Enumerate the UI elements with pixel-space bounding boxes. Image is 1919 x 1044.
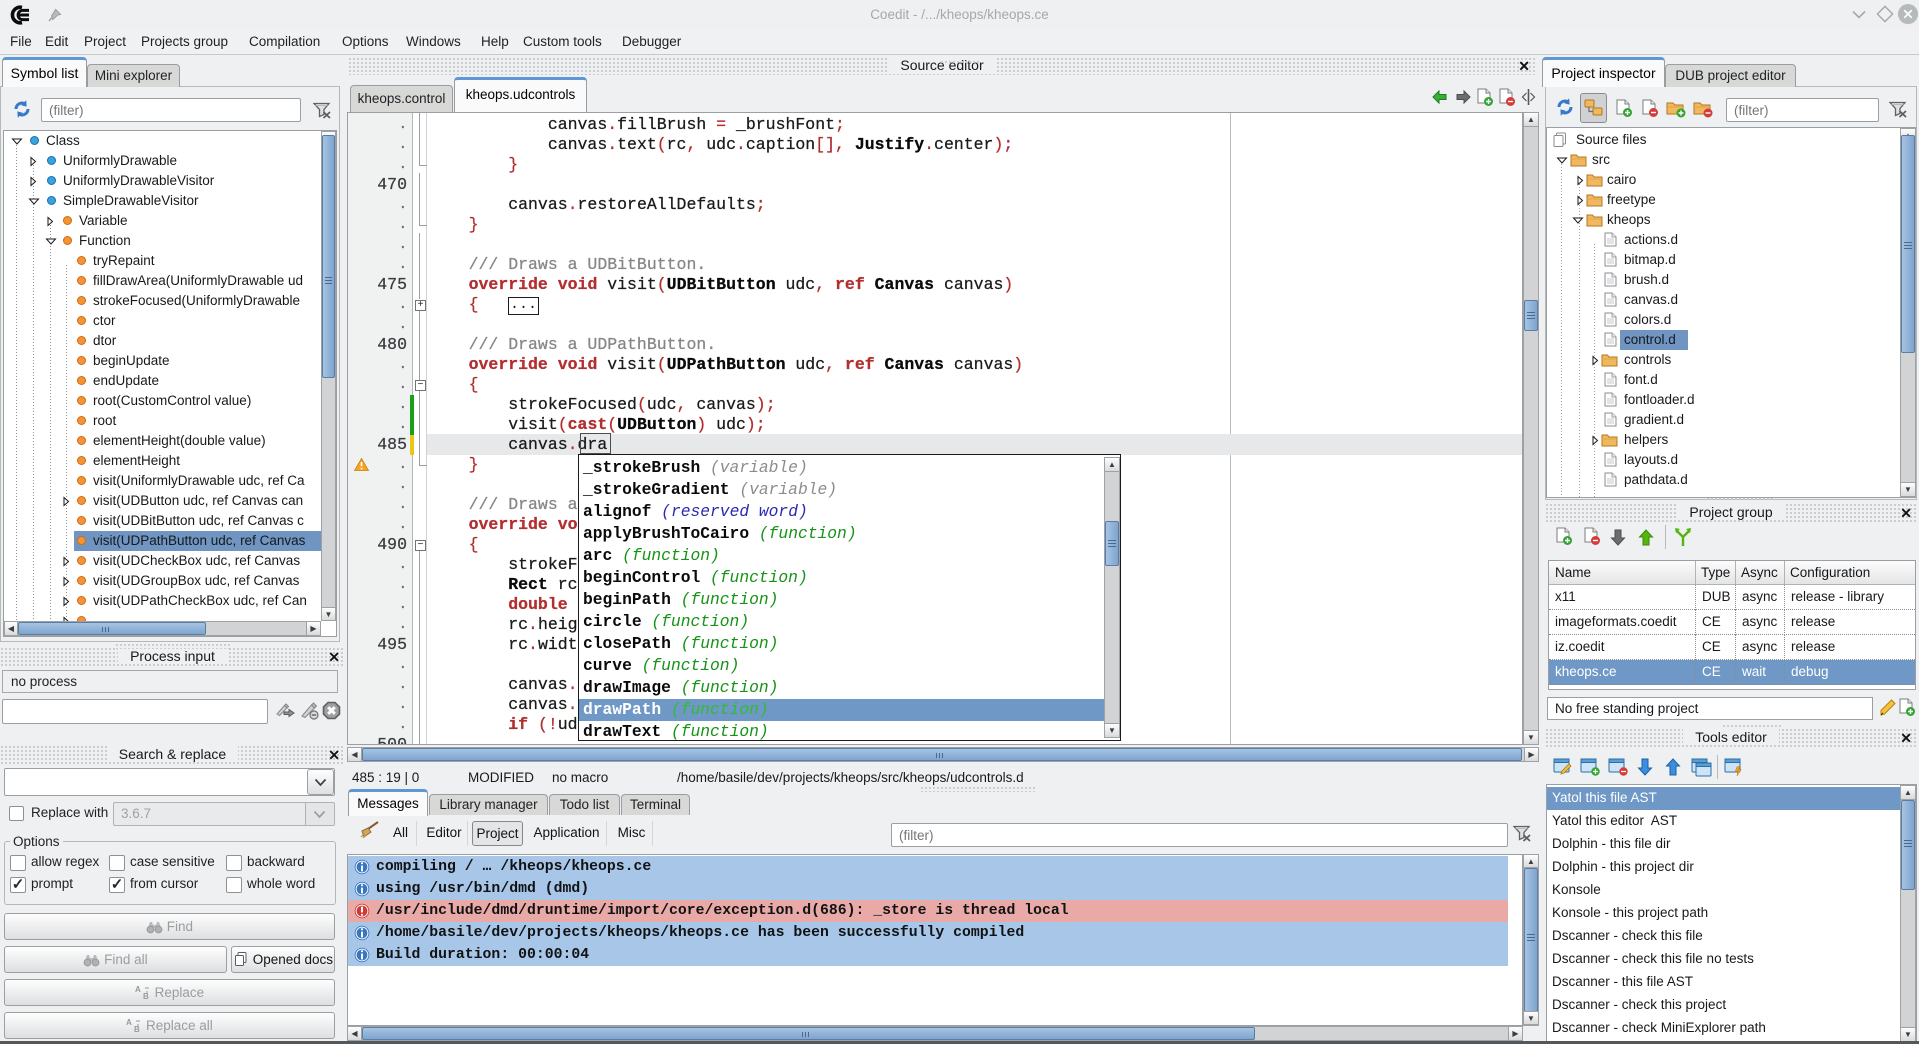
- svg-text:B: B: [134, 1025, 140, 1033]
- svg-text:A: A: [135, 985, 141, 994]
- svg-text:B: B: [143, 992, 149, 1000]
- svg-text:A: A: [126, 1018, 132, 1027]
